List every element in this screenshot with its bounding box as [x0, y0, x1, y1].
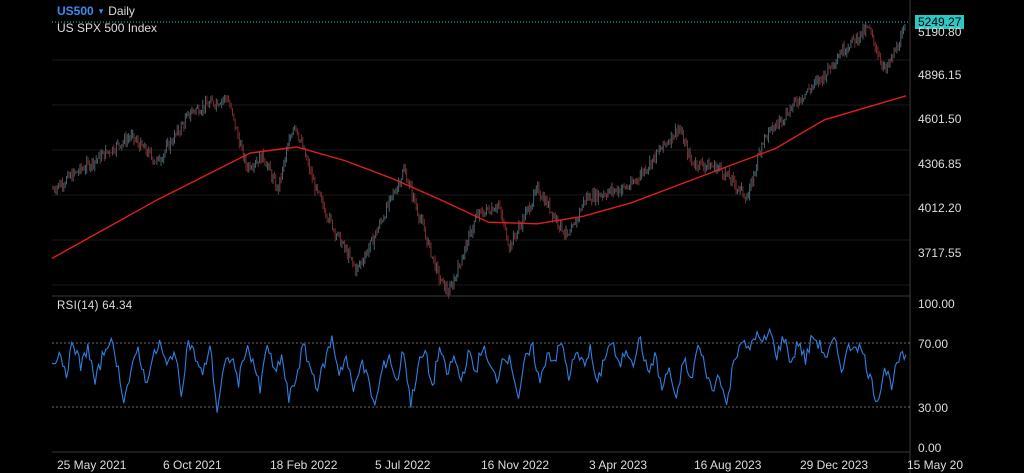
price-axis-label: 5190.80 [918, 25, 962, 39]
grid-lines [52, 59, 910, 286]
price-axis-label: 4306.85 [918, 157, 962, 171]
time-axis-label: 29 Dec 2023 [800, 458, 869, 472]
chart-window: US500 ▾ Daily US SPX 500 Index 5249.27 R… [0, 0, 1024, 473]
symbol-name[interactable]: US500 [57, 4, 94, 18]
time-axis-label: 16 Aug 2023 [694, 458, 762, 472]
time-axis-label: 18 Feb 2022 [270, 458, 338, 472]
rsi-axis-label: 30.00 [918, 401, 949, 415]
rsi-indicator-label[interactable]: RSI(14) 64.34 [57, 300, 133, 312]
time-axis-label: 3 Apr 2023 [589, 458, 648, 472]
symbol-selector[interactable]: US500 ▾ Daily [57, 4, 135, 18]
time-axis-label: 5 Jul 2022 [375, 458, 431, 472]
rsi-axis-label: 70.00 [918, 337, 949, 351]
time-axis-label: 25 May 2021 [57, 458, 127, 472]
chart-canvas[interactable] [0, 0, 1024, 473]
price-axis-label: 4601.50 [918, 112, 962, 126]
candle-series [52, 22, 906, 299]
instrument-description: US SPX 500 Index [57, 21, 158, 35]
price-axis-label: 4012.20 [918, 201, 962, 215]
rsi-line [51, 327, 907, 413]
time-axis-label: 6 Oct 2021 [163, 458, 222, 472]
rsi-axis-label: 100.00 [918, 297, 955, 311]
time-axis-label: 16 Nov 2022 [481, 458, 550, 472]
price-axis-label: 4896.15 [918, 68, 962, 82]
timeframe-label[interactable]: Daily [108, 4, 135, 18]
rsi-axis-label: 0.00 [918, 441, 942, 455]
time-axis-label: 15 May 20 [907, 458, 964, 472]
chevron-down-icon[interactable]: ▾ [99, 6, 104, 17]
price-axis-label: 3717.55 [918, 246, 962, 260]
